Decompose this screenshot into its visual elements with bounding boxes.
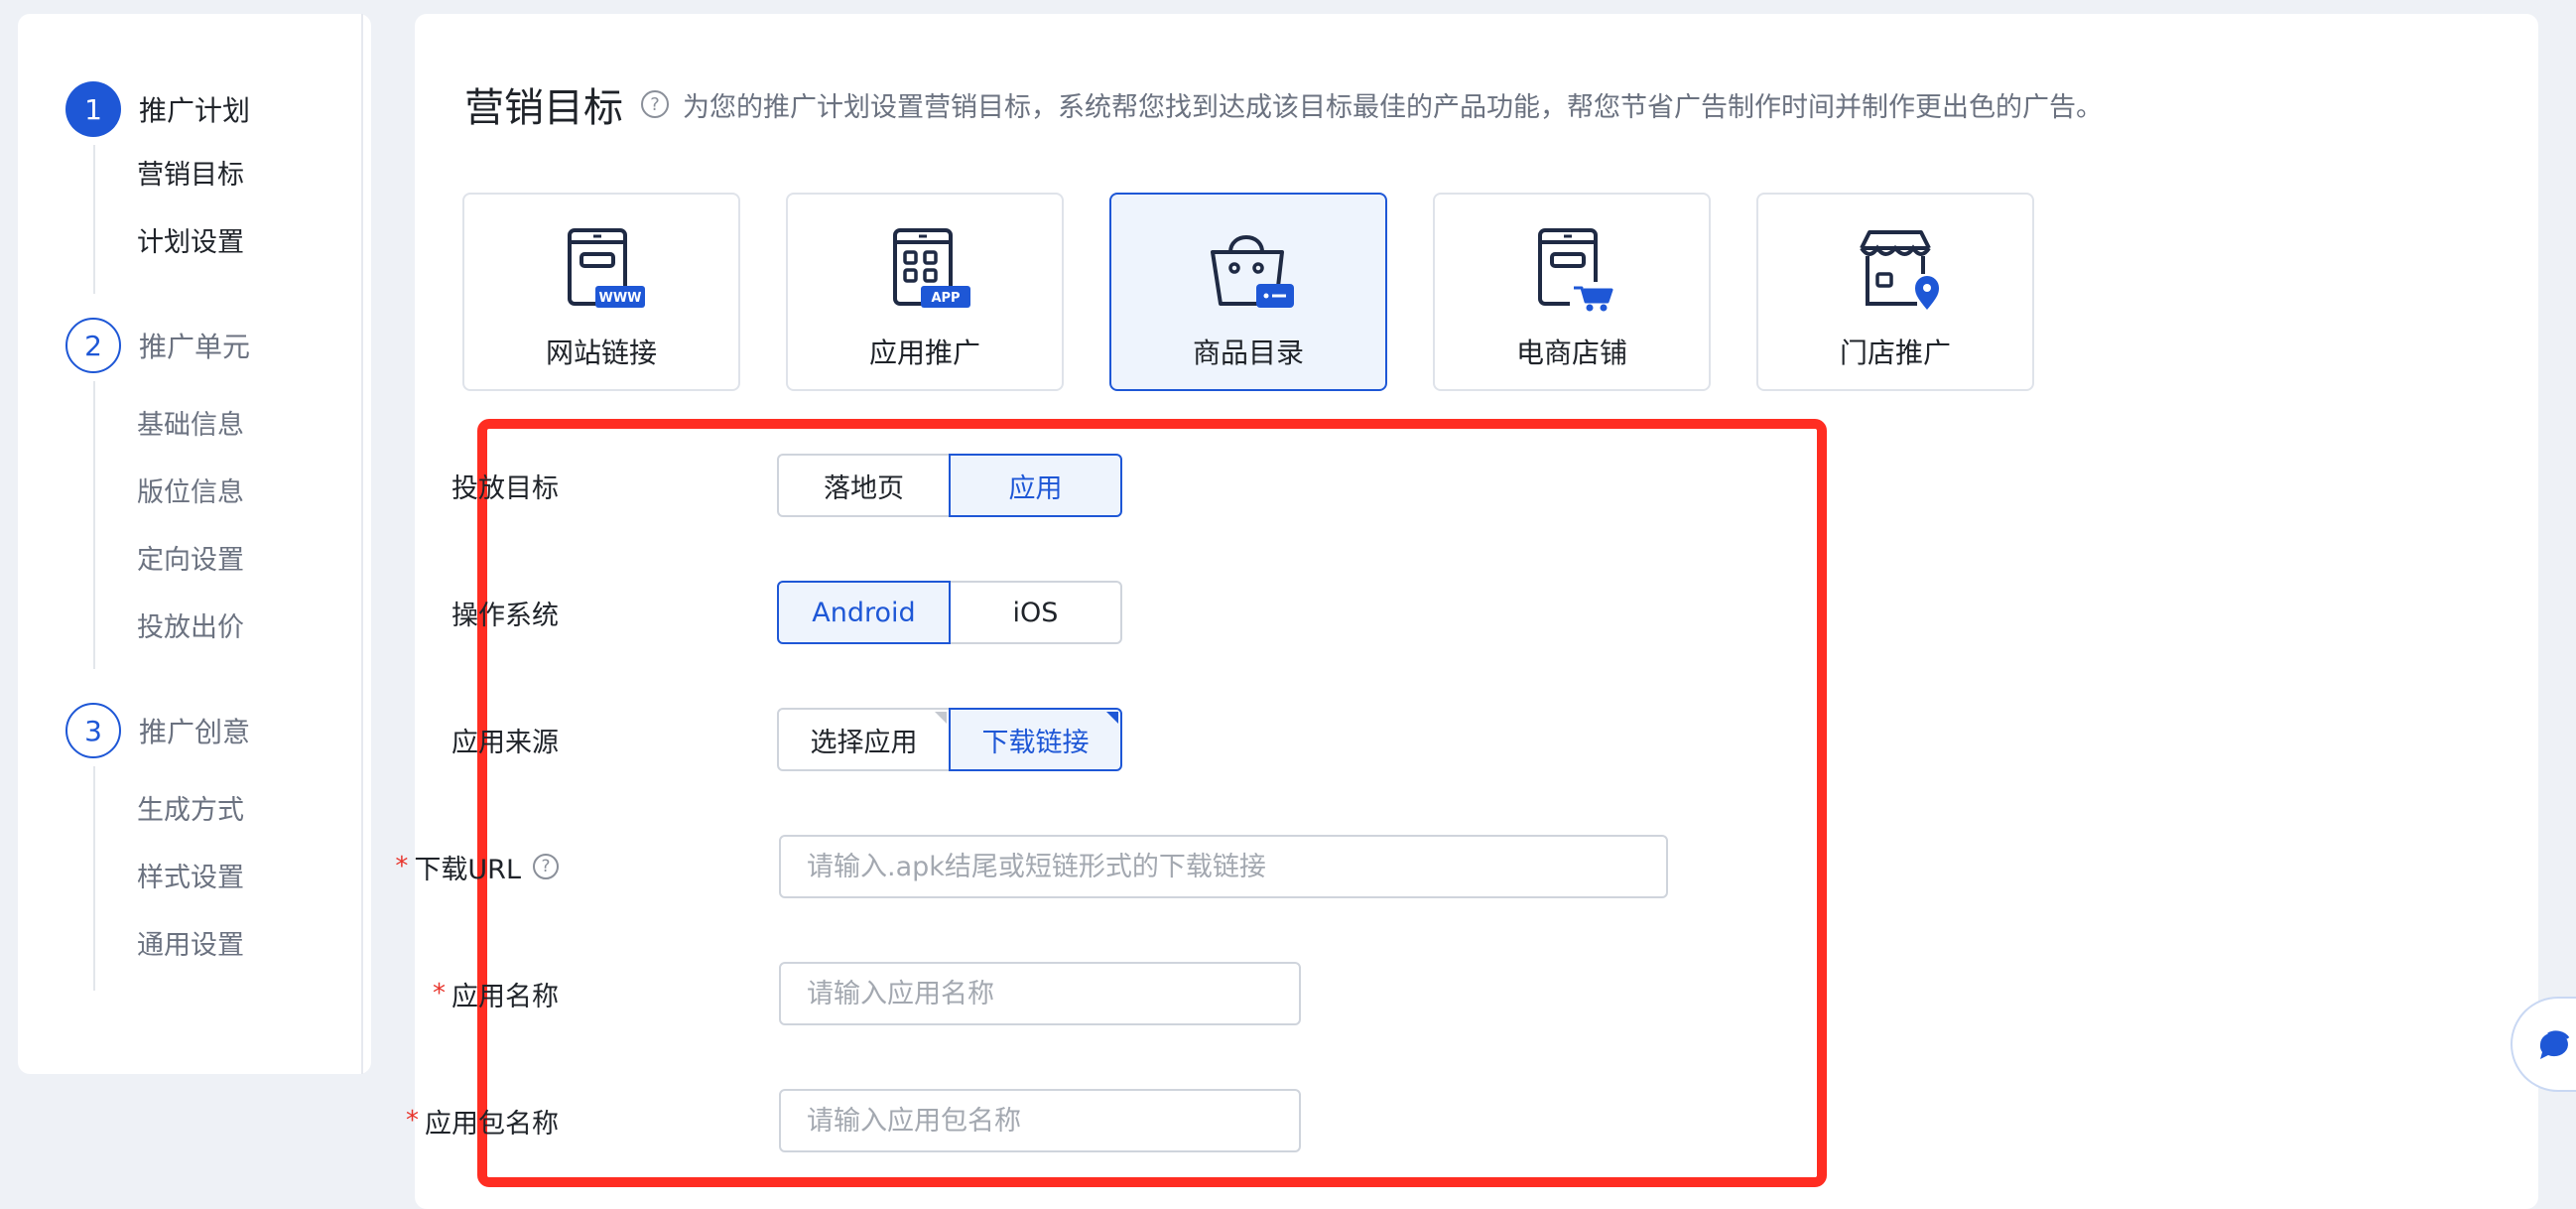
source-option-label: 选择应用 [810,727,918,758]
corner-marker [1106,712,1118,724]
step-1-title: 推广计划 [139,94,251,127]
goal-card-row: WWW 网站链接 APP 应用推广 商品目录 电商店铺 门店推广 [462,193,2034,391]
app-name-label: * 应用名称 [433,979,559,1012]
sidebar-divider [361,14,363,1074]
required-mark: * [395,852,409,881]
sidebar-item-bidding[interactable]: 投放出价 [137,610,244,646]
goal-card-label: 门店推广 [1839,336,1951,369]
goal-header: 营销目标 ? 为您的推广计划设置营销目标，系统帮您找到达成该目标最佳的产品功能，… [464,75,2103,133]
goal-card-label: 应用推广 [868,336,980,369]
target-segmented: 落地页 应用 [777,454,1122,517]
form-row-package-name: * 应用包名称 [406,1088,1817,1153]
step-3-number: 3 [65,703,121,758]
step-2-title: 推广单元 [139,331,251,363]
source-label: 应用来源 [451,727,559,758]
step-3[interactable]: 3 推广创意 [65,703,250,758]
step-3-title: 推广创意 [139,716,251,748]
os-label: 操作系统 [451,600,559,631]
source-option-download-link[interactable]: 下载链接 [949,708,1122,771]
sidebar-item-basic-info[interactable]: 基础信息 [137,408,244,444]
steps-sidebar: 1 推广计划 营销目标 计划设置 2 推广单元 基础信息 版位信息 定向设置 投… [18,14,371,1074]
step-1[interactable]: 1 推广计划 [65,81,250,137]
ecommerce-store-icon [1538,228,1617,312]
os-option-android[interactable]: Android [777,581,951,644]
sidebar-item-general-settings[interactable]: 通用设置 [137,928,244,964]
goal-card-label: 网站链接 [545,336,657,369]
source-segmented: 选择应用 下载链接 [777,708,1122,771]
sidebar-item-placement-info[interactable]: 版位信息 [137,475,244,511]
step-2-line [93,381,95,669]
app-name-input[interactable] [779,962,1301,1025]
app-promotion-icon: APP [893,228,970,308]
os-option-ios[interactable]: iOS [949,581,1122,644]
step-2[interactable]: 2 推广单元 [65,318,250,373]
goal-card-app-promotion[interactable]: APP 应用推广 [786,193,1064,391]
form-row-os: 操作系统 Android iOS [451,580,1817,645]
sidebar-item-marketing-goal[interactable]: 营销目标 [137,158,244,194]
source-option-label: 下载链接 [981,727,1090,758]
package-name-label: * 应用包名称 [406,1106,559,1140]
chat-bubble-icon [2539,1030,2570,1059]
download-url-input[interactable] [779,835,1668,898]
target-label: 投放目标 [451,472,559,504]
sidebar-item-generation-method[interactable]: 生成方式 [137,793,244,829]
page-title: 营销目标 [464,85,623,131]
store-promotion-icon [1860,230,1939,310]
step-2-number: 2 [65,318,121,373]
step-1-number: 1 [65,81,121,137]
required-mark: * [406,1106,419,1136]
sidebar-item-style-settings[interactable]: 样式设置 [137,861,244,896]
goal-card-label: 商品目录 [1192,336,1304,369]
goal-card-label: 电商店铺 [1515,336,1627,369]
step-3-line [93,766,95,991]
goal-card-product-catalog[interactable]: 商品目录 [1109,193,1387,391]
form-row-source: 应用来源 选择应用 下载链接 [451,707,1817,772]
os-segmented: Android iOS [777,581,1122,644]
form-row-app-name: * 应用名称 [433,961,1817,1026]
package-name-input[interactable] [779,1089,1301,1152]
form-row-target: 投放目标 落地页 应用 [451,453,1817,518]
form-row-download-url: * 下载URL ? [395,834,1817,899]
sidebar-item-plan-settings[interactable]: 计划设置 [137,225,244,261]
source-option-select-app[interactable]: 选择应用 [777,708,951,771]
sidebar-item-targeting[interactable]: 定向设置 [137,543,244,579]
www-badge: WWW [598,291,641,306]
corner-marker [935,712,947,724]
website-link-icon: WWW [568,228,645,308]
product-catalog-icon [1211,235,1294,308]
app-form-highlight: 投放目标 落地页 应用 操作系统 Android iOS 应用来源 选择应用 下… [395,419,1827,1187]
download-url-help-icon[interactable]: ? [533,854,559,879]
target-option-landing-page[interactable]: 落地页 [777,454,951,517]
goal-card-website-link[interactable]: WWW 网站链接 [462,193,740,391]
step-1-line [93,145,95,294]
target-option-app[interactable]: 应用 [949,454,1122,517]
download-url-label: * 下载URL ? [395,848,559,886]
goal-card-ecommerce-store[interactable]: 电商店铺 [1433,193,1711,391]
help-icon[interactable]: ? [641,90,669,118]
app-badge: APP [931,291,960,306]
goal-card-store-promotion[interactable]: 门店推广 [1756,193,2034,391]
goal-description: 为您的推广计划设置营销目标，系统帮您找到达成该目标最佳的产品功能，帮您节省广告制… [683,91,2103,123]
page: 1 推广计划 营销目标 计划设置 2 推广单元 基础信息 版位信息 定向设置 投… [0,0,2576,1209]
required-mark: * [433,979,446,1008]
